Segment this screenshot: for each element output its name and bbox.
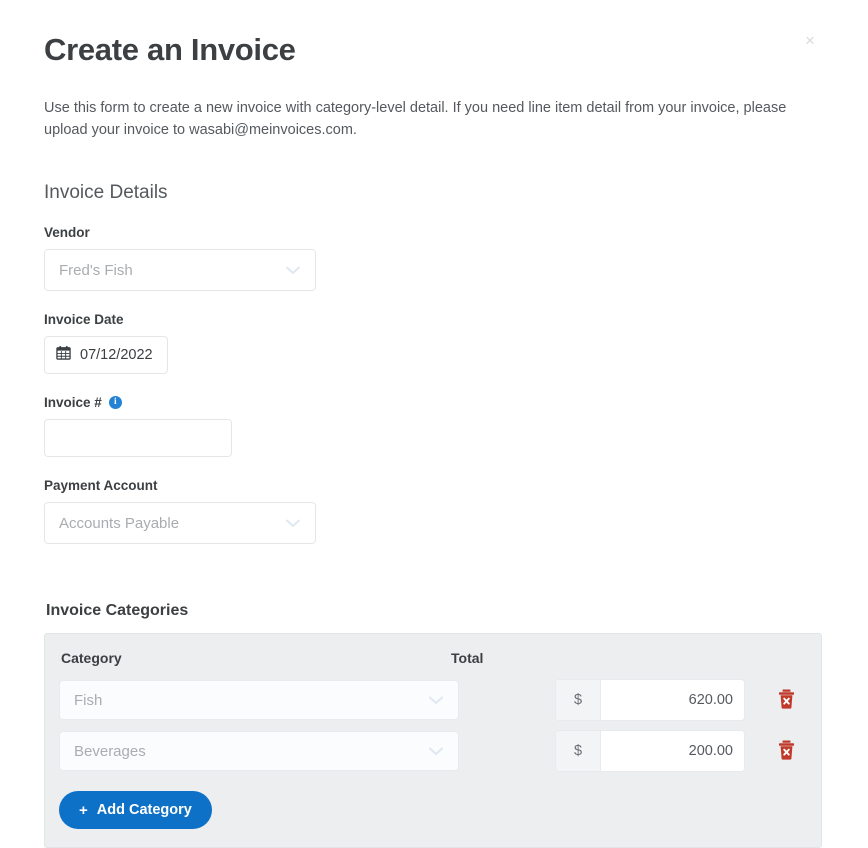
categories-panel: Category Total Fish $ 620.00 Beverages $… [44,633,822,848]
invoice-details-heading: Invoice Details [44,182,168,203]
category-select[interactable]: Beverages [59,731,459,771]
add-category-button[interactable]: + Add Category [59,791,212,829]
chevron-down-icon [424,696,448,705]
page-title: Create an Invoice [44,32,296,67]
payment-account-select-value: Accounts Payable [59,514,180,532]
payment-account-select[interactable]: Accounts Payable [44,502,316,544]
add-category-label: Add Category [96,802,192,818]
intro-text: Use this form to create a new invoice wi… [44,100,787,138]
trash-icon [778,689,795,712]
invoice-number-field-block: Invoice # i [44,395,824,457]
modal-content: Create an Invoice Use this form to creat… [0,0,868,848]
payment-account-field-block: Payment Account Accounts Payable [44,478,824,544]
delete-row-button[interactable] [775,739,797,763]
invoice-date-value: 07/12/2022 [80,347,153,363]
trash-icon [778,740,795,763]
table-row: Fish $ [59,679,807,721]
vendor-field-block: Vendor Fred's Fish [44,225,824,291]
invoice-details-section: Invoice Details Vendor Fred's Fish Invoi… [44,182,824,544]
category-select-value: Fish [74,691,103,709]
invoice-date-label-text: Invoice Date [44,312,124,327]
invoice-number-input[interactable] [44,419,232,457]
amount-input[interactable] [601,731,744,771]
vendor-select[interactable]: Fred's Fish [44,249,316,291]
delete-row-button[interactable] [775,688,797,712]
amount-field-group: $ [555,679,745,721]
payment-account-label: Payment Account [44,478,824,493]
table-row: Beverages $ [59,730,807,772]
invoice-categories-heading: Invoice Categories [46,602,189,619]
info-icon[interactable]: i [108,396,122,409]
create-invoice-modal: × Create an Invoice Use this form to cre… [0,0,868,848]
invoice-number-label-text: Invoice # [44,395,102,410]
currency-prefix: $ [556,680,601,720]
vendor-select-value: Fred's Fish [59,261,133,279]
currency-prefix: $ [556,731,601,771]
vendor-label: Vendor [44,225,824,240]
chevron-down-icon [424,747,448,756]
amount-field-group: $ [555,730,745,772]
close-icon[interactable]: × [800,31,820,51]
amount-input[interactable] [601,680,744,720]
invoice-categories-section: Invoice Categories Category Total Fish $ [44,602,824,848]
calendar-icon [56,345,71,365]
category-select[interactable]: Fish [59,680,459,720]
column-header-total: Total [451,650,484,666]
invoice-number-label: Invoice # i [44,395,824,410]
invoice-date-picker[interactable]: 07/12/2022 [44,336,168,374]
chevron-down-icon [281,519,305,528]
vendor-label-text: Vendor [44,225,90,240]
invoice-date-label: Invoice Date [44,312,824,327]
invoice-date-field-block: Invoice Date 07/12/2022 [44,312,824,374]
chevron-down-icon [281,266,305,275]
category-select-value: Beverages [74,742,146,760]
plus-icon: + [79,801,88,819]
payment-account-label-text: Payment Account [44,478,158,493]
categories-table-header: Category Total [59,650,807,679]
column-header-category: Category [61,650,122,666]
